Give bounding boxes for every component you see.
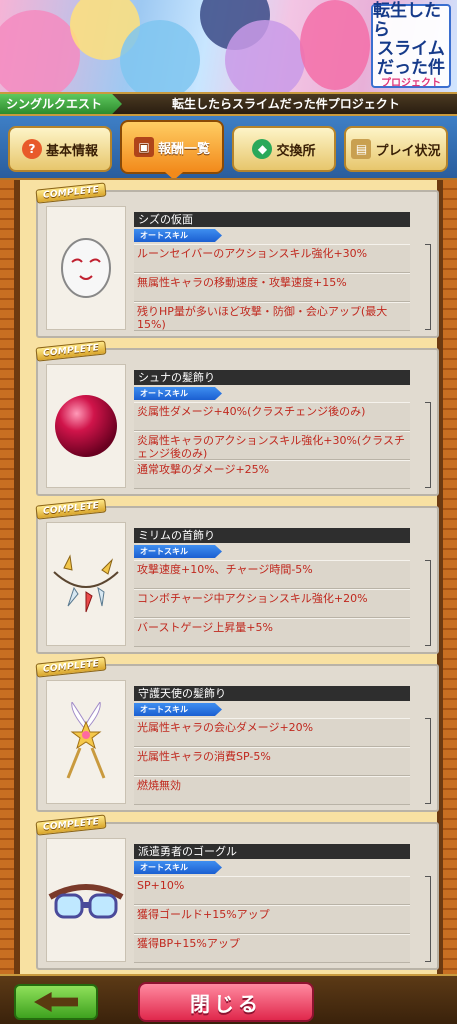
- reward-icon-box: [46, 680, 126, 804]
- reward-icon-box: [46, 838, 126, 962]
- reward-icon-box: [46, 206, 126, 330]
- bottom-bar: 閉じる: [0, 974, 457, 1024]
- logo-text: 転生したら: [373, 1, 441, 40]
- auto-skill-tag: オートスキル: [134, 387, 222, 400]
- card-edge-bracket: [425, 244, 431, 330]
- reward-card[interactable]: COMPLETE 派遣勇者のゴーグル オートスキル SP+10% 獲得ゴールド+…: [35, 814, 439, 970]
- effect-row: コンボチャージ中アクションスキル強化+20%: [134, 589, 410, 618]
- frame-rail: [0, 180, 14, 974]
- quest-title-bar: シングルクエスト 転生したらスライムだった件プロジェクト: [0, 92, 457, 116]
- complete-badge: COMPLETE: [35, 340, 107, 362]
- frame-rail: [443, 180, 457, 974]
- effect-row: ルーンセイバーのアクションスキル強化+30%: [134, 244, 410, 273]
- effect-row: 無属性キャラの移動速度・攻撃速度+15%: [134, 273, 410, 302]
- treasure-chest-icon: ▣: [133, 137, 154, 157]
- card-edge-bracket: [425, 876, 431, 962]
- tab-label: プレイ状況: [375, 143, 441, 159]
- tab-bar: ? 基本情報 ▣ 報酬一覧 ◆ 交換所 ▤ プレイ状況: [0, 116, 457, 180]
- effect-row: 通常攻撃のダメージ+25%: [134, 460, 410, 489]
- auto-skill-tag: オートスキル: [134, 703, 222, 716]
- card-edge-bracket: [425, 560, 431, 646]
- effect-list: ルーンセイバーのアクションスキル強化+30% 無属性キャラの移動速度・攻撃速度+…: [134, 244, 410, 331]
- character-art: [0, 10, 80, 92]
- reward-card[interactable]: COMPLETE ミリムの首飾り オートスキル 攻撃速度+10%、チャージ時間-…: [35, 498, 439, 654]
- auto-skill-tag: オートスキル: [134, 229, 222, 242]
- gems-icon: ◆: [252, 139, 273, 159]
- reward-card[interactable]: COMPLETE シュナの髪飾り オートスキル 炎属性ダメージ+40%(クラスチ…: [35, 340, 439, 496]
- logo-text: だった件: [377, 58, 445, 78]
- logo-text: プロジェクト: [381, 78, 441, 89]
- effect-row: 炎属性ダメージ+40%(クラスチェンジ後のみ): [134, 402, 410, 431]
- reward-name: シズの仮面: [134, 212, 410, 227]
- effect-row: SP+10%: [134, 876, 410, 905]
- fang-necklace-icon: [53, 554, 119, 613]
- tab-label: 基本情報: [45, 143, 98, 159]
- effect-row: 残りHP量が多いほど攻撃・防御・会心アップ(最大15%): [134, 302, 410, 331]
- effect-row: 攻撃速度+10%、チャージ時間-5%: [134, 560, 410, 589]
- quest-title: 転生したらスライムだった件プロジェクト: [172, 97, 400, 111]
- goggles-icon: [48, 884, 124, 919]
- effect-list: 光属性キャラの会心ダメージ+20% 光属性キャラの消費SP-5% 燃焼無効: [134, 718, 410, 805]
- complete-badge: COMPLETE: [35, 814, 107, 836]
- effect-row: 燃焼無効: [134, 776, 410, 805]
- tab-label: 報酬一覧: [157, 141, 210, 157]
- complete-badge: COMPLETE: [35, 182, 107, 204]
- effect-row: 獲得ゴールド+15%アップ: [134, 905, 410, 934]
- card-edge-bracket: [425, 402, 431, 488]
- tab-play-status[interactable]: ▤ プレイ状況: [344, 126, 448, 172]
- back-button[interactable]: [14, 984, 98, 1020]
- back-arrow-icon: [34, 992, 78, 1012]
- tab-exchange[interactable]: ◆ 交換所: [232, 126, 336, 172]
- auto-skill-tag: オートスキル: [134, 545, 222, 558]
- effect-list: 炎属性ダメージ+40%(クラスチェンジ後のみ) 炎属性キャラのアクションスキル強…: [134, 402, 410, 489]
- effect-row: 獲得BP+15%アップ: [134, 934, 410, 963]
- quest-mode-label: シングルクエスト: [0, 94, 122, 114]
- question-icon: ?: [21, 139, 42, 159]
- tab-label: 交換所: [276, 143, 316, 159]
- reward-name: 派遣勇者のゴーグル: [134, 844, 410, 859]
- reward-name: 守護天使の髪飾り: [134, 686, 410, 701]
- reward-name: シュナの髪飾り: [134, 370, 410, 385]
- reward-card[interactable]: COMPLETE シズの仮面 オートスキル ルーンセイバーのアクションスキル強化…: [35, 182, 439, 338]
- character-art: [300, 0, 370, 90]
- effect-row: 光属性キャラの会心ダメージ+20%: [134, 718, 410, 747]
- scroll-icon: ▤: [351, 139, 372, 159]
- logo-text: スライム: [377, 39, 445, 59]
- auto-skill-tag: オートスキル: [134, 861, 222, 874]
- reward-list-frame: COMPLETE シズの仮面 オートスキル ルーンセイバーのアクションスキル強化…: [0, 178, 457, 974]
- card-edge-bracket: [425, 718, 431, 804]
- winged-star-icon: [66, 702, 106, 779]
- complete-badge: COMPLETE: [35, 656, 107, 678]
- mask-icon: [61, 238, 111, 298]
- effect-row: 光属性キャラの消費SP-5%: [134, 747, 410, 776]
- tab-reward-list[interactable]: ▣ 報酬一覧: [120, 120, 224, 174]
- close-button[interactable]: 閉じる: [138, 982, 314, 1022]
- red-orb-icon: [55, 395, 117, 457]
- event-banner[interactable]: 転生したら スライム だった件 プロジェクト: [0, 0, 457, 92]
- character-art: [225, 20, 305, 92]
- reward-icon-box: [46, 364, 126, 488]
- effect-list: SP+10% 獲得ゴールド+15%アップ 獲得BP+15%アップ: [134, 876, 410, 963]
- game-logo: 転生したら スライム だった件 プロジェクト: [371, 1, 451, 89]
- effect-row: バーストゲージ上昇量+5%: [134, 618, 410, 647]
- effect-row: 炎属性キャラのアクションスキル強化+30%(クラスチェンジ後のみ): [134, 431, 410, 460]
- reward-icon-box: [46, 522, 126, 646]
- reward-list[interactable]: COMPLETE シズの仮面 オートスキル ルーンセイバーのアクションスキル強化…: [20, 180, 439, 974]
- reward-card[interactable]: COMPLETE 守護天使の髪飾り オートスキル 光属性キャラの会心ダメージ+2…: [35, 656, 439, 812]
- complete-badge: COMPLETE: [35, 498, 107, 520]
- reward-name: ミリムの首飾り: [134, 528, 410, 543]
- tab-basic-info[interactable]: ? 基本情報: [8, 126, 112, 172]
- effect-list: 攻撃速度+10%、チャージ時間-5% コンボチャージ中アクションスキル強化+20…: [134, 560, 410, 647]
- character-art: [120, 20, 200, 92]
